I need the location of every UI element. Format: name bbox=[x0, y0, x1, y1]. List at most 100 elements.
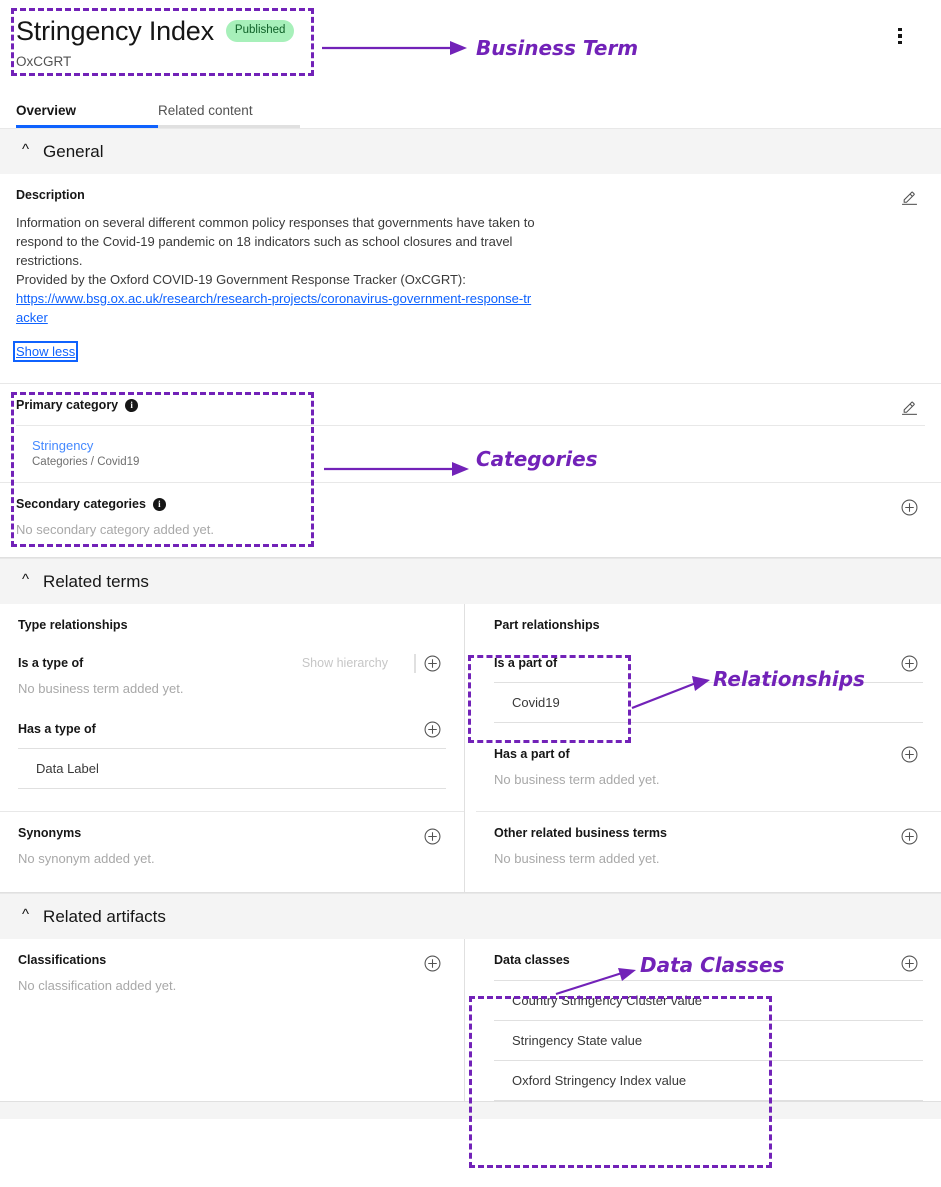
has-a-part-of-label: Has a part of bbox=[494, 747, 570, 761]
section-general: ^ General Description Information on sev… bbox=[0, 128, 941, 558]
edit-primary-category-button[interactable] bbox=[899, 398, 919, 418]
business-term-page: Stringency Index Published OxCGRT Overvi… bbox=[0, 0, 941, 1187]
primary-category-breadcrumb: Categories / Covid19 bbox=[32, 456, 140, 468]
section-related-terms: ^ Related terms Type relationships Is a … bbox=[0, 558, 941, 893]
show-less-link[interactable]: Show less bbox=[12, 341, 79, 362]
general-panel: Description Information on several diffe… bbox=[0, 174, 941, 558]
add-classification-button[interactable] bbox=[422, 953, 442, 973]
add-is-a-type-of-button[interactable] bbox=[424, 655, 442, 673]
edit-description-button[interactable] bbox=[899, 188, 919, 208]
plus-circle-icon bbox=[901, 655, 918, 672]
plus-circle-icon bbox=[901, 499, 917, 515]
plus-circle-icon bbox=[901, 828, 917, 844]
description-paragraph-2: Provided by the Oxford COVID-19 Governme… bbox=[16, 272, 466, 287]
synonyms-row: Synonyms No synonym added yet. bbox=[0, 811, 464, 892]
has-a-part-of-empty: No business term added yet. bbox=[494, 772, 660, 787]
show-hierarchy-link[interactable]: Show hierarchy bbox=[302, 656, 388, 670]
column-gutter bbox=[465, 604, 476, 892]
plus-circle-icon bbox=[901, 955, 917, 971]
pencil-icon bbox=[901, 191, 917, 205]
info-icon[interactable]: i bbox=[152, 497, 166, 511]
list-item[interactable]: Oxford Stringency Index value bbox=[494, 1061, 923, 1101]
part-relationships-block: Part relationships Is a part of Covid19 bbox=[476, 604, 941, 811]
other-related-label: Other related business terms bbox=[494, 826, 667, 840]
tab-overview-label: Overview bbox=[16, 103, 77, 118]
section-general-title: General bbox=[43, 141, 104, 161]
add-other-related-button[interactable] bbox=[899, 826, 919, 846]
is-a-type-of-empty: No business term added yet. bbox=[18, 681, 184, 696]
kebab-dot bbox=[898, 27, 902, 32]
type-relationships-column: Type relationships Is a type of Show hie… bbox=[0, 604, 465, 892]
synonyms-empty: No synonym added yet. bbox=[18, 851, 155, 866]
primary-category-label: Primary category i bbox=[16, 398, 925, 412]
has-a-part-of-block: Has a part of No business term added yet… bbox=[494, 746, 923, 811]
add-synonym-button[interactable] bbox=[422, 826, 442, 846]
related-artifacts-columns: Classifications No classification added … bbox=[0, 939, 941, 1101]
other-related-empty: No business term added yet. bbox=[494, 851, 660, 866]
kebab-menu-icon[interactable] bbox=[889, 24, 911, 48]
list-item[interactable]: Stringency State value bbox=[494, 1021, 923, 1061]
type-relationships-block: Type relationships Is a type of Show hie… bbox=[0, 604, 464, 811]
data-classes-row: Data classes Country Stringency Cluster … bbox=[476, 939, 941, 1101]
has-a-type-of-list: Data Label bbox=[18, 748, 446, 789]
pencil-icon bbox=[901, 401, 917, 415]
secondary-categories-empty: No secondary category added yet. bbox=[16, 522, 215, 537]
type-relationships-label: Type relationships bbox=[18, 618, 128, 632]
data-classes-column: Data classes Country Stringency Cluster … bbox=[476, 939, 941, 1101]
add-has-a-type-of-button[interactable] bbox=[424, 721, 442, 739]
tab-bar: Overview Related content bbox=[0, 96, 941, 128]
page-footer-strip bbox=[0, 1101, 941, 1119]
plus-circle-icon bbox=[424, 721, 441, 738]
section-related-artifacts: ^ Related artifacts Classifications No c… bbox=[0, 893, 941, 1119]
primary-category-item: Stringency Categories / Covid19 bbox=[16, 425, 925, 482]
is-a-part-of-block: Is a part of Covid19 bbox=[494, 655, 923, 723]
page-title: Stringency Index bbox=[16, 16, 214, 46]
classifications-column: Classifications No classification added … bbox=[0, 939, 465, 1101]
description-label: Description bbox=[16, 188, 85, 202]
chevron-up-icon: ^ bbox=[22, 141, 30, 158]
add-secondary-category-button[interactable] bbox=[899, 497, 919, 517]
part-relationships-column: Part relationships Is a part of Covid19 bbox=[476, 604, 941, 892]
add-has-a-part-of-button[interactable] bbox=[901, 746, 919, 764]
plus-circle-icon bbox=[424, 828, 440, 844]
add-data-class-button[interactable] bbox=[899, 953, 919, 973]
secondary-categories-row: Secondary categories i No secondary cate… bbox=[0, 482, 941, 557]
plus-circle-icon bbox=[424, 655, 441, 672]
primary-category-label-text: Primary category bbox=[16, 398, 119, 412]
synonyms-label: Synonyms bbox=[18, 826, 82, 840]
kebab-dot bbox=[898, 40, 902, 45]
chevron-up-icon: ^ bbox=[22, 906, 30, 923]
has-a-type-of-label: Has a type of bbox=[18, 722, 96, 736]
classifications-row: Classifications No classification added … bbox=[0, 939, 464, 1009]
section-related-terms-header[interactable]: ^ Related terms bbox=[0, 558, 941, 604]
tab-related-content-label: Related content bbox=[158, 103, 253, 118]
plus-circle-icon bbox=[901, 746, 918, 763]
section-general-header[interactable]: ^ General bbox=[0, 128, 941, 174]
plus-circle-icon bbox=[424, 955, 440, 971]
divider bbox=[414, 654, 416, 673]
list-item[interactable]: Country Stringency Cluster value bbox=[494, 980, 923, 1021]
title-row: Stringency Index Published bbox=[16, 14, 925, 48]
classifications-label: Classifications bbox=[18, 953, 107, 967]
add-is-a-part-of-button[interactable] bbox=[901, 655, 919, 673]
list-item[interactable]: Covid19 bbox=[494, 682, 923, 723]
section-related-artifacts-header[interactable]: ^ Related artifacts bbox=[0, 893, 941, 939]
secondary-categories-label-text: Secondary categories bbox=[16, 497, 146, 511]
status-badge: Published bbox=[225, 20, 295, 42]
description-link[interactable]: https://www.bsg.ox.ac.uk/research/resear… bbox=[16, 291, 531, 325]
page-header: Stringency Index Published OxCGRT bbox=[0, 0, 941, 96]
section-related-terms-title: Related terms bbox=[43, 571, 149, 591]
description-row: Description Information on several diffe… bbox=[0, 174, 941, 383]
chevron-up-icon: ^ bbox=[22, 571, 30, 588]
primary-category-row: Primary category i Stringency Categories… bbox=[0, 383, 941, 482]
primary-category-link[interactable]: Stringency bbox=[32, 438, 925, 453]
tab-overview[interactable]: Overview bbox=[16, 96, 158, 128]
data-classes-list: Country Stringency Cluster value Stringe… bbox=[494, 980, 923, 1101]
column-gutter bbox=[465, 939, 476, 1101]
info-icon[interactable]: i bbox=[125, 398, 139, 412]
page-subtitle: OxCGRT bbox=[16, 54, 72, 69]
list-item[interactable]: Data Label bbox=[18, 748, 446, 789]
related-terms-columns: Type relationships Is a type of Show hie… bbox=[0, 604, 941, 893]
has-a-type-of-block: Has a type of Data Label bbox=[18, 721, 446, 811]
tab-related-content[interactable]: Related content bbox=[158, 96, 300, 128]
